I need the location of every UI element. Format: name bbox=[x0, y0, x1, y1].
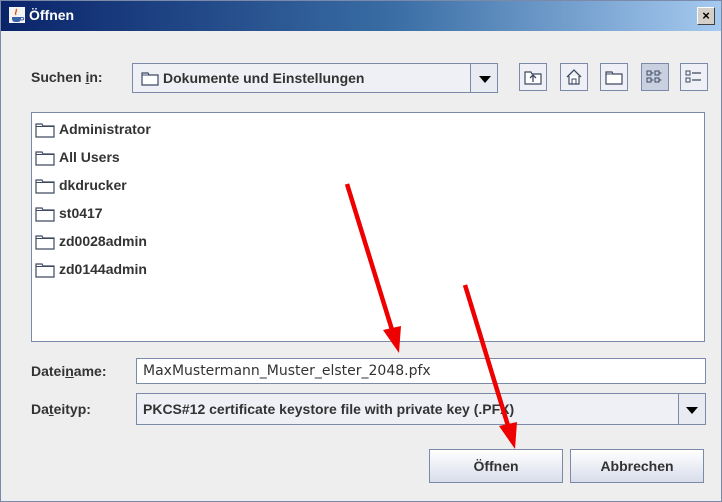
new-folder-icon bbox=[605, 71, 623, 85]
look-in-label: Suchen in: bbox=[31, 69, 103, 85]
look-in-value: Dokumente und Einstellungen bbox=[163, 70, 365, 86]
file-name: zd0144admin bbox=[59, 261, 147, 277]
folder-icon bbox=[35, 235, 55, 250]
details-view-icon bbox=[685, 70, 701, 83]
folder-icon bbox=[35, 151, 55, 166]
close-button[interactable]: × bbox=[697, 7, 715, 25]
list-view-button[interactable] bbox=[641, 63, 669, 91]
list-view-icon bbox=[646, 70, 662, 83]
file-name: dkdrucker bbox=[59, 177, 127, 193]
filetype-combo[interactable]: PKCS#12 certificate keystore file with p… bbox=[136, 393, 706, 425]
folder-icon bbox=[35, 207, 55, 222]
annotation-arrow-head bbox=[499, 422, 517, 449]
open-file-dialog: Öffnen × Suchen in: Dokumente und Einste… bbox=[0, 0, 722, 502]
up-one-level-button[interactable] bbox=[519, 63, 547, 91]
new-folder-button[interactable] bbox=[600, 63, 628, 91]
file-name: st0417 bbox=[59, 205, 103, 221]
file-name: Administrator bbox=[59, 121, 151, 137]
up-one-level-icon bbox=[524, 71, 542, 85]
chevron-down-icon[interactable] bbox=[678, 394, 705, 424]
file-list[interactable]: Administrator All Users dkdrucker st0417… bbox=[31, 112, 705, 342]
file-name: zd0028admin bbox=[59, 233, 147, 249]
file-name: All Users bbox=[59, 149, 120, 165]
open-button[interactable]: Öffnen bbox=[429, 449, 563, 483]
folder-icon bbox=[35, 123, 55, 138]
filename-label: Dateiname: bbox=[31, 363, 107, 379]
chevron-down-icon[interactable] bbox=[470, 64, 497, 92]
filetype-value: PKCS#12 certificate keystore file with p… bbox=[143, 401, 515, 417]
filetype-label: Dateityp: bbox=[31, 401, 91, 417]
filename-field-box bbox=[136, 358, 706, 384]
java-icon bbox=[9, 7, 25, 23]
home-icon bbox=[566, 69, 582, 85]
folder-icon bbox=[35, 179, 55, 194]
details-view-button[interactable] bbox=[680, 63, 708, 91]
title-bar[interactable]: Öffnen × bbox=[1, 1, 721, 31]
folder-icon bbox=[35, 263, 55, 278]
cancel-button[interactable]: Abbrechen bbox=[570, 449, 704, 483]
window-title: Öffnen bbox=[29, 7, 75, 23]
folder-icon bbox=[141, 72, 159, 86]
home-button[interactable] bbox=[560, 63, 588, 91]
look-in-combo[interactable]: Dokumente und Einstellungen bbox=[132, 63, 498, 93]
filename-input[interactable] bbox=[137, 359, 703, 383]
